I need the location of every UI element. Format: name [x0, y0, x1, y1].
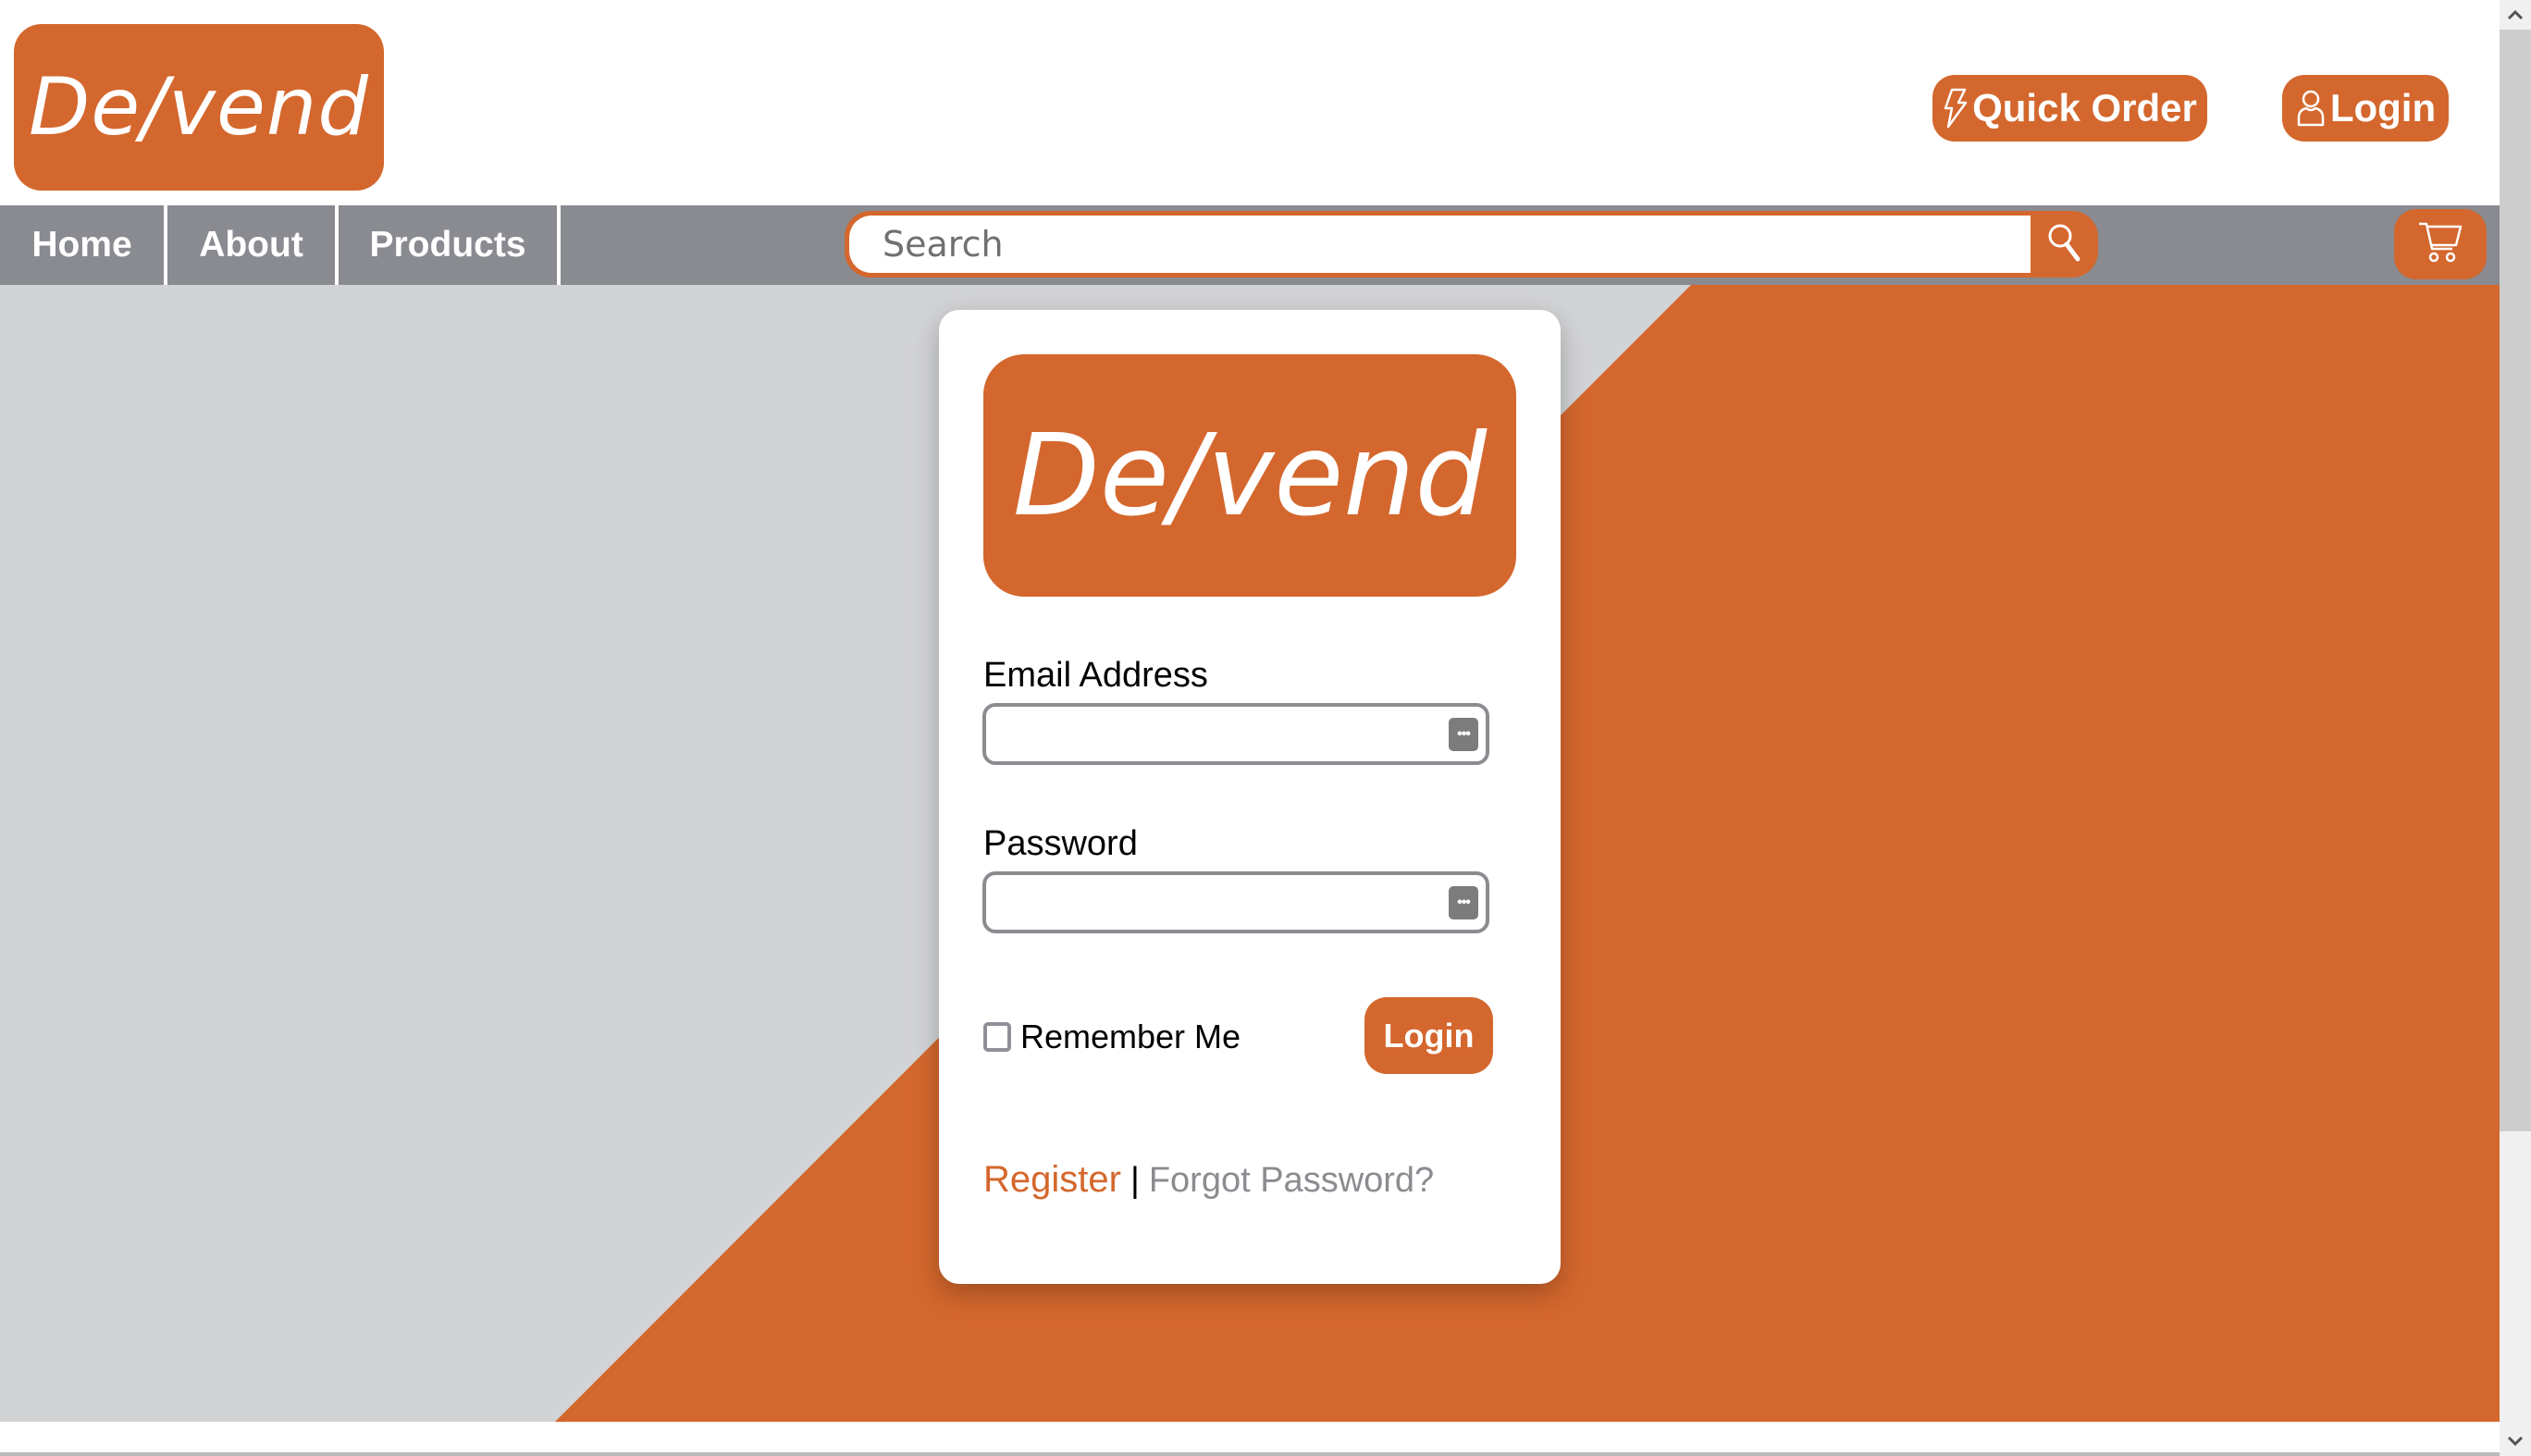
header-login-label: Login [2329, 86, 2437, 130]
password-manager-icon[interactable]: ••• [1449, 718, 1478, 751]
bottom-edge [0, 1452, 2500, 1456]
nav-divider [557, 205, 561, 285]
search-button[interactable] [2031, 211, 2098, 278]
card-logo: De/vend [983, 354, 1516, 597]
header-login-button[interactable]: Login [2282, 75, 2449, 142]
search-input[interactable] [849, 216, 2031, 273]
scroll-up-arrow[interactable] [2500, 0, 2531, 30]
card-logo-text: De/vend [1012, 410, 1488, 541]
remember-me: Remember Me [983, 1018, 1241, 1056]
cart-button[interactable] [2394, 209, 2487, 279]
link-separator: | [1130, 1161, 1140, 1200]
cart-icon [2417, 221, 2463, 268]
nav-tab-home-label: Home [31, 225, 132, 265]
password-manager-icon[interactable]: ••• [1449, 886, 1478, 919]
email-label: Email Address [983, 656, 1208, 695]
login-submit-button[interactable]: Login [1364, 997, 1493, 1074]
user-icon [2295, 88, 2327, 129]
nav-tab-products[interactable]: Products [339, 205, 557, 285]
search-icon [2046, 222, 2083, 267]
password-label: Password [983, 824, 1138, 863]
lightning-bolt-icon [1943, 88, 1969, 129]
search-bar [845, 211, 2098, 278]
page: De/vend Quick Order Login Home About Pro… [0, 0, 2500, 1456]
nav-tab-products-label: Products [369, 225, 526, 265]
password-field-wrapper: ••• [982, 871, 1489, 933]
vertical-scrollbar[interactable] [2500, 0, 2531, 1456]
password-field[interactable] [986, 875, 1486, 930]
header-logo[interactable]: De/vend [14, 24, 384, 191]
scrollbar-thumb[interactable] [2500, 30, 2531, 1131]
nav-tab-about[interactable]: About [167, 205, 335, 285]
remember-me-checkbox[interactable] [983, 1022, 1011, 1052]
logo-text: De/vend [28, 61, 369, 154]
login-card: De/vend Email Address ••• Password ••• R… [939, 310, 1561, 1284]
remember-me-label[interactable]: Remember Me [1020, 1018, 1241, 1056]
nav-tab-home[interactable]: Home [0, 205, 164, 285]
account-links: Register | Forgot Password? [983, 1159, 1434, 1201]
quick-order-label: Quick Order [1972, 86, 2197, 130]
nav-tab-about-label: About [199, 225, 303, 265]
forgot-password-link[interactable]: Forgot Password? [1149, 1161, 1434, 1201]
register-link[interactable]: Register [983, 1159, 1121, 1201]
email-field[interactable] [986, 707, 1486, 761]
email-field-wrapper: ••• [982, 703, 1489, 765]
quick-order-button[interactable]: Quick Order [1932, 75, 2207, 142]
login-submit-label: Login [1383, 1016, 1475, 1055]
scroll-down-arrow[interactable] [2500, 1426, 2531, 1456]
